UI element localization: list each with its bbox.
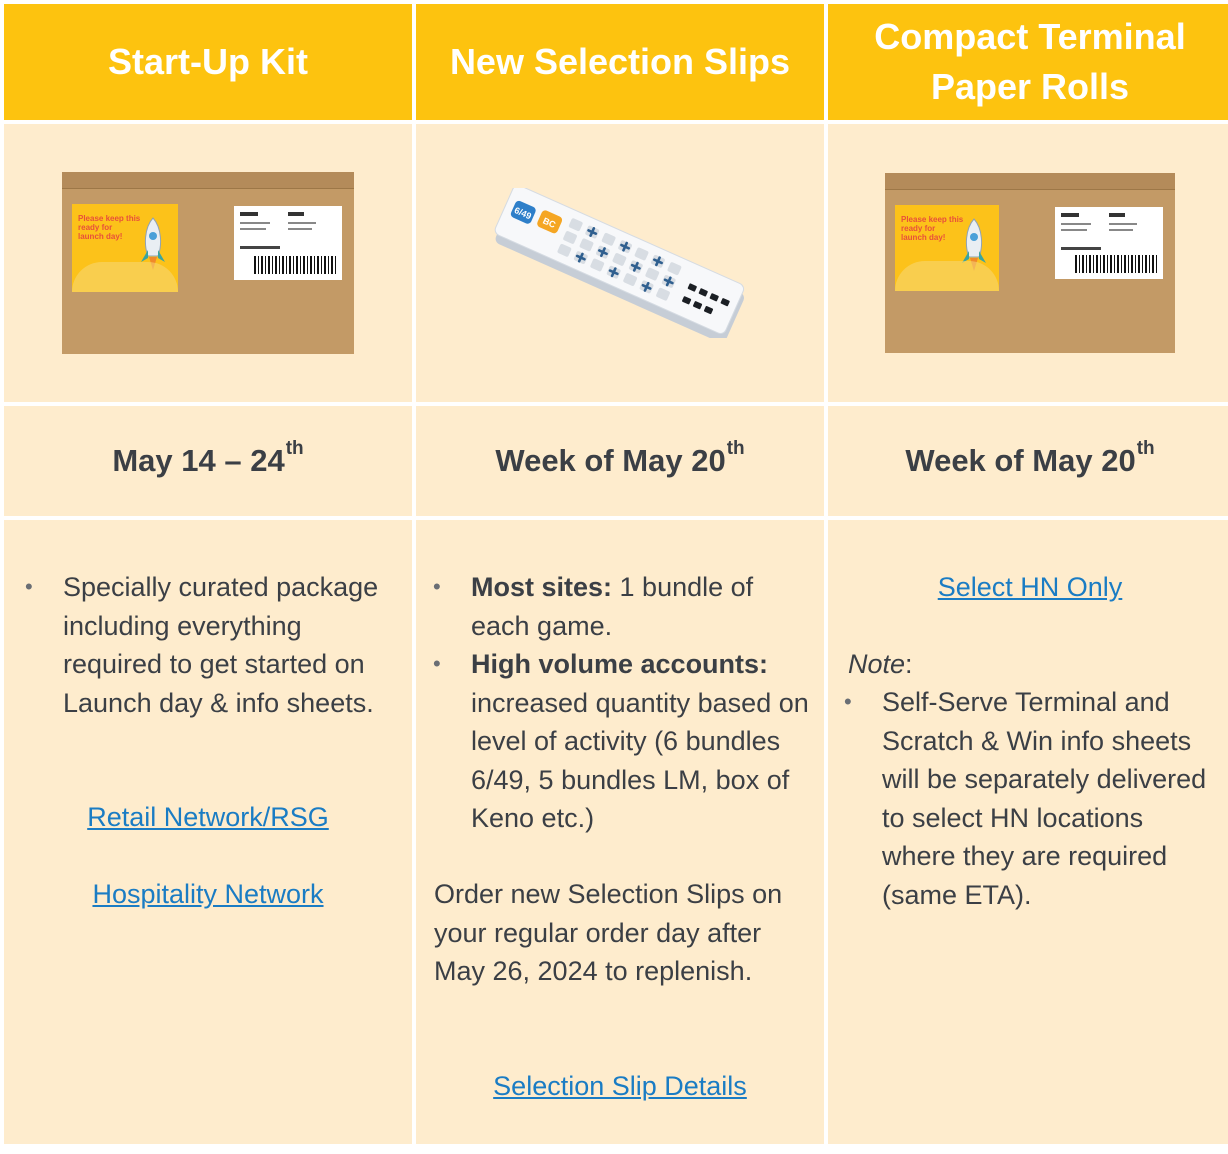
bullet-icon: • [25, 574, 33, 599]
date-selection-slips: Week of May 20th [416, 406, 824, 516]
header-selection-slips: New Selection Slips [416, 4, 824, 120]
paper-rolls-image-cell: Please keep this ready for launch day! [828, 124, 1228, 402]
bullet-bold-label: Most sites: [471, 572, 613, 602]
box-label-line: Please keep this [901, 215, 964, 224]
select-hn-only-link[interactable]: Select HN Only [938, 572, 1123, 602]
bullet-text: increased quantity based on level of act… [471, 687, 809, 834]
start-up-kit-bullets: • Specially curated package including eve… [25, 568, 403, 722]
selection-slips-bullets: • Most sites: 1 bundle of each game. • Hig… [433, 568, 811, 838]
list-item: • High volume accounts: increased quantit… [433, 645, 811, 838]
paper-rolls-bullets: • Self-Serve Terminal and Scratch & Win i… [844, 683, 1222, 914]
header-start-up-kit-text: Start-Up Kit [108, 41, 308, 83]
box-yellow-label: Please keep this ready for launch day! [895, 205, 999, 291]
selection-slips-details: • Most sites: 1 bundle of each game. • Hig… [416, 520, 824, 1144]
shipping-box-image: Please keep this ready for launch day! [62, 172, 354, 354]
date-main: Week of May 20 [905, 443, 1136, 478]
header-selection-slips-text: New Selection Slips [449, 41, 791, 83]
date-start-up-kit: May 14 – 24th [4, 406, 412, 516]
selection-slip-details-link[interactable]: Selection Slip Details [493, 1071, 747, 1101]
date-main: May 14 – 24 [112, 443, 285, 478]
start-up-kit-image-cell: Please keep this ready for launch day! [4, 124, 412, 402]
bullet-icon: • [433, 574, 441, 599]
bullet-icon: • [844, 689, 852, 714]
header-paper-rolls-line2: Paper Rolls [930, 66, 1130, 107]
note-colon: : [905, 649, 913, 679]
bullet-bold-label: High volume accounts: [471, 649, 769, 679]
note-heading: Note: [848, 645, 913, 684]
box-yellow-label: Please keep this ready for launch day! [72, 204, 178, 292]
box-label-line: Please keep this [78, 214, 141, 223]
date-suffix: th [285, 438, 304, 459]
box-label-line: ready for [901, 224, 936, 233]
list-item: • Self-Serve Terminal and Scratch & Win i… [844, 683, 1222, 914]
selection-slip-image-cell: 6/49 BC [416, 124, 824, 402]
shipping-box-image: Please keep this ready for launch day! [885, 173, 1175, 353]
box-shipping-label [234, 206, 342, 280]
note-label: Note [848, 649, 906, 679]
date-suffix: th [726, 438, 745, 459]
box-label-line: ready for [78, 223, 113, 232]
retail-network-link[interactable]: Retail Network/RSG [87, 802, 329, 832]
box-shipping-label [1055, 207, 1163, 279]
list-item: • Specially curated package including eve… [25, 568, 403, 722]
date-paper-rolls: Week of May 20th [828, 406, 1228, 516]
list-item: • Most sites: 1 bundle of each game. [433, 568, 811, 645]
date-suffix: th [1136, 438, 1155, 459]
box-label-line: launch day! [78, 232, 123, 241]
start-up-kit-details: • Specially curated package including eve… [4, 520, 412, 1144]
start-up-kit-description: Specially curated package including ever… [63, 572, 379, 718]
date-main: Week of May 20 [495, 443, 726, 478]
paper-rolls-details: Select HN Only Note: • Self-Serve Termina… [828, 520, 1228, 1144]
note-bullet-text: Self-Serve Terminal and Scratch & Win in… [882, 687, 1207, 910]
box-label-line: launch day! [901, 233, 946, 242]
header-paper-rolls-line1: Compact Terminal [874, 16, 1186, 58]
header-start-up-kit: Start-Up Kit [4, 4, 412, 120]
selection-slip-image: 6/49 BC [494, 188, 745, 338]
hospitality-network-link[interactable]: Hospitality Network [92, 879, 323, 909]
order-instructions: Order new Selection Slips on your regula… [434, 879, 783, 986]
bullet-icon: • [433, 651, 441, 676]
launch-supplies-table: Start-Up Kit New Selection Slips Compact… [0, 0, 1228, 1154]
header-paper-rolls: Compact Terminal Paper Rolls [828, 4, 1228, 120]
